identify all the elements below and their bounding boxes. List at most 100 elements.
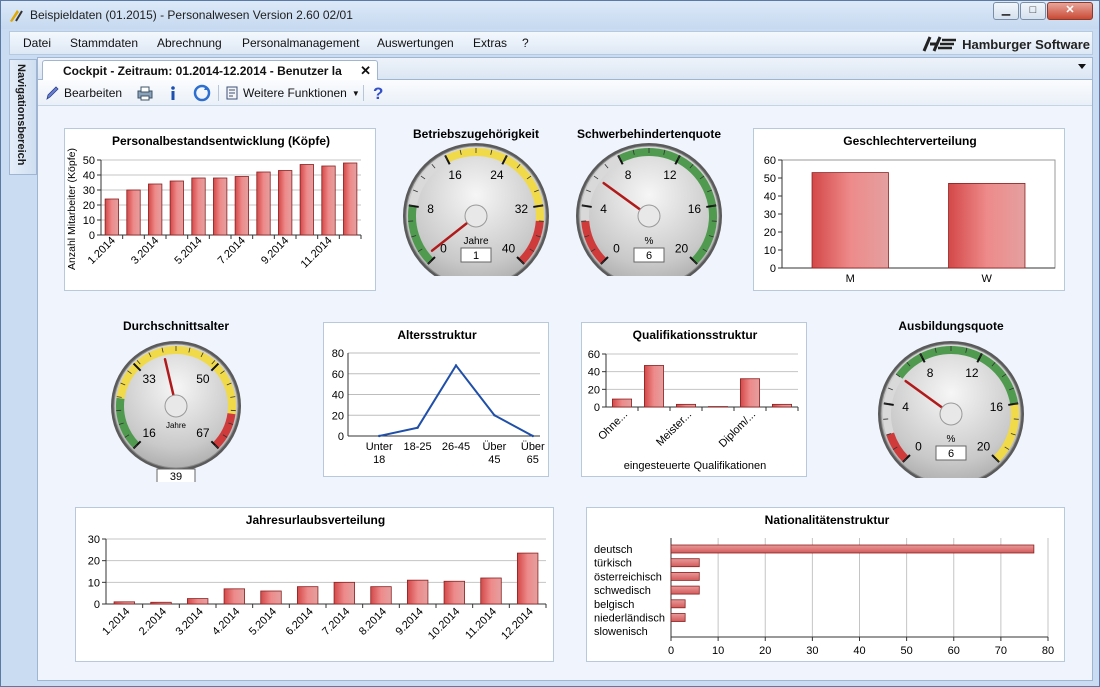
y-tick-label: 50	[83, 155, 95, 167]
gauge-hub	[164, 394, 188, 418]
brand: Hamburger Software	[922, 34, 1090, 54]
x-tick-label: 20	[759, 645, 771, 657]
x-tick-label: 30	[806, 645, 818, 657]
chart-title: Jahresurlaubsverteilung	[246, 513, 385, 527]
x-tick-label: 10.2014	[426, 606, 463, 643]
pencil-icon	[46, 86, 59, 100]
gauge-title: Durchschnittsalter	[123, 319, 229, 333]
brand-name: Hamburger Software	[962, 36, 1090, 52]
y-tick-label: slowenisch	[594, 626, 648, 638]
x-tick-label: 3.2014	[129, 235, 161, 267]
y-tick-label: 60	[332, 369, 344, 381]
bar	[187, 598, 209, 605]
tab-list-dropdown-icon[interactable]	[1078, 64, 1086, 69]
bar	[948, 183, 1026, 269]
y-tick-label: 80	[332, 348, 344, 360]
x-tick-label: 4.2014	[210, 606, 242, 638]
x-tick-label: 18-25	[404, 441, 432, 453]
edit-button[interactable]: Bearbeiten	[44, 84, 122, 102]
gauge-tick-label: 4	[600, 202, 607, 216]
info-button[interactable]	[166, 84, 180, 102]
x-tick-label: 0	[668, 645, 674, 657]
y-tick-label: 50	[764, 173, 776, 185]
bar	[611, 398, 633, 408]
y-tick-label: 60	[588, 349, 600, 361]
gauge-tick-label: 8	[625, 168, 632, 182]
menu-auswertungen[interactable]: Auswertungen	[377, 36, 454, 50]
gauge-tick-label: 8	[927, 366, 934, 380]
tab-close-icon[interactable]: ✕	[360, 63, 371, 79]
gauge-tick-label: 50	[196, 372, 210, 386]
gauge-hub	[464, 204, 488, 228]
gauge-value: 1	[473, 250, 479, 262]
help-icon: ?	[373, 84, 383, 102]
x-tick-label: Über	[482, 441, 506, 453]
x-tick-label: 11.2014	[463, 606, 499, 642]
y-tick-label: 40	[588, 367, 600, 379]
gauge-unit: %	[645, 236, 654, 247]
chart-geschlecht: Geschlechterverteilung 0 10 20 30 40 50 60 M W	[753, 128, 1065, 291]
bar	[150, 601, 172, 605]
y-tick-label: 0	[338, 431, 344, 443]
help-button[interactable]: ?	[371, 84, 385, 102]
more-functions-label: Weitere Funktionen	[243, 86, 347, 100]
x-axis-label: eingesteuerte Qualifikationen	[624, 460, 766, 472]
bar	[771, 403, 792, 408]
x-tick-label: 18	[373, 454, 385, 466]
x-tick-label: 9.2014	[394, 606, 426, 638]
menu-datei[interactable]: Datei	[23, 36, 51, 50]
bar	[670, 599, 686, 609]
menu-help[interactable]: ?	[522, 36, 529, 50]
x-tick-label: 80	[1042, 645, 1054, 657]
navigation-panel-label: Navigationsbereich	[15, 64, 27, 166]
minimize-button[interactable]: ▁	[993, 2, 1019, 20]
maximize-button[interactable]: □	[1020, 2, 1046, 20]
navigation-panel-tab[interactable]: Navigationsbereich	[9, 59, 37, 175]
bar	[223, 588, 245, 605]
bar	[670, 613, 686, 622]
app-icon	[10, 10, 23, 22]
y-tick-label: 10	[764, 245, 776, 257]
gauge-tick-label: 12	[965, 366, 979, 380]
bar	[739, 378, 760, 408]
print-button[interactable]	[136, 84, 154, 102]
x-tick-label: 40	[853, 645, 865, 657]
bar	[644, 365, 665, 408]
y-axis-label: Anzahl Mitarbeiter (Köpfe)	[66, 148, 78, 270]
toolbar: Bearbeiten Weitere Funktionen ▼ ?	[38, 80, 1092, 106]
x-tick-label: 12.2014	[499, 606, 536, 643]
y-tick-label: 20	[764, 227, 776, 239]
tab-cockpit[interactable]: Cockpit - Zeitraum: 01.2014-12.2014 - Be…	[42, 60, 378, 81]
gauge-tick-label: 12	[663, 168, 677, 182]
bar	[480, 577, 502, 605]
chart-nationalitaet-svg: Nationalitätenstruktur 0 10 20 30 40 50 60 70 80 d…	[594, 513, 1054, 657]
chart-title: Qualifikationsstruktur	[633, 328, 758, 342]
bar	[333, 581, 356, 605]
y-tick-label: 10	[83, 215, 95, 227]
x-tick-label: 50	[901, 645, 913, 657]
more-functions-dropdown[interactable]: Weitere Funktionen ▼	[224, 84, 360, 102]
chevron-down-icon: ▼	[351, 88, 360, 98]
gauge-tick-label: 4	[902, 400, 909, 414]
close-button[interactable]: ✕	[1047, 2, 1093, 20]
print-icon	[137, 86, 153, 101]
bar	[299, 164, 314, 236]
y-tick-label: 20	[88, 556, 100, 568]
bar	[321, 165, 336, 236]
bar	[296, 586, 319, 605]
x-tick-label: 45	[488, 454, 500, 466]
y-tick-label: niederländisch	[594, 613, 665, 625]
menu-extras[interactable]: Extras	[473, 36, 507, 50]
toolbar-separator	[218, 85, 219, 101]
data-point	[454, 364, 458, 367]
menu-stammdaten[interactable]: Stammdaten	[70, 36, 138, 50]
menu-abrechnung[interactable]: Abrechnung	[157, 36, 222, 50]
bar	[670, 572, 700, 581]
menu-personalmanagement[interactable]: Personalmanagement	[242, 36, 359, 50]
bar	[169, 180, 184, 236]
gauge-hub	[637, 204, 661, 228]
chart-personalbestand-svg: Personalbestandsentwicklung (Köpfe) 0 10 20…	[66, 134, 362, 271]
refresh-button[interactable]	[193, 84, 211, 102]
gauge-tick-label: 24	[490, 168, 504, 182]
refresh-icon	[193, 84, 211, 102]
